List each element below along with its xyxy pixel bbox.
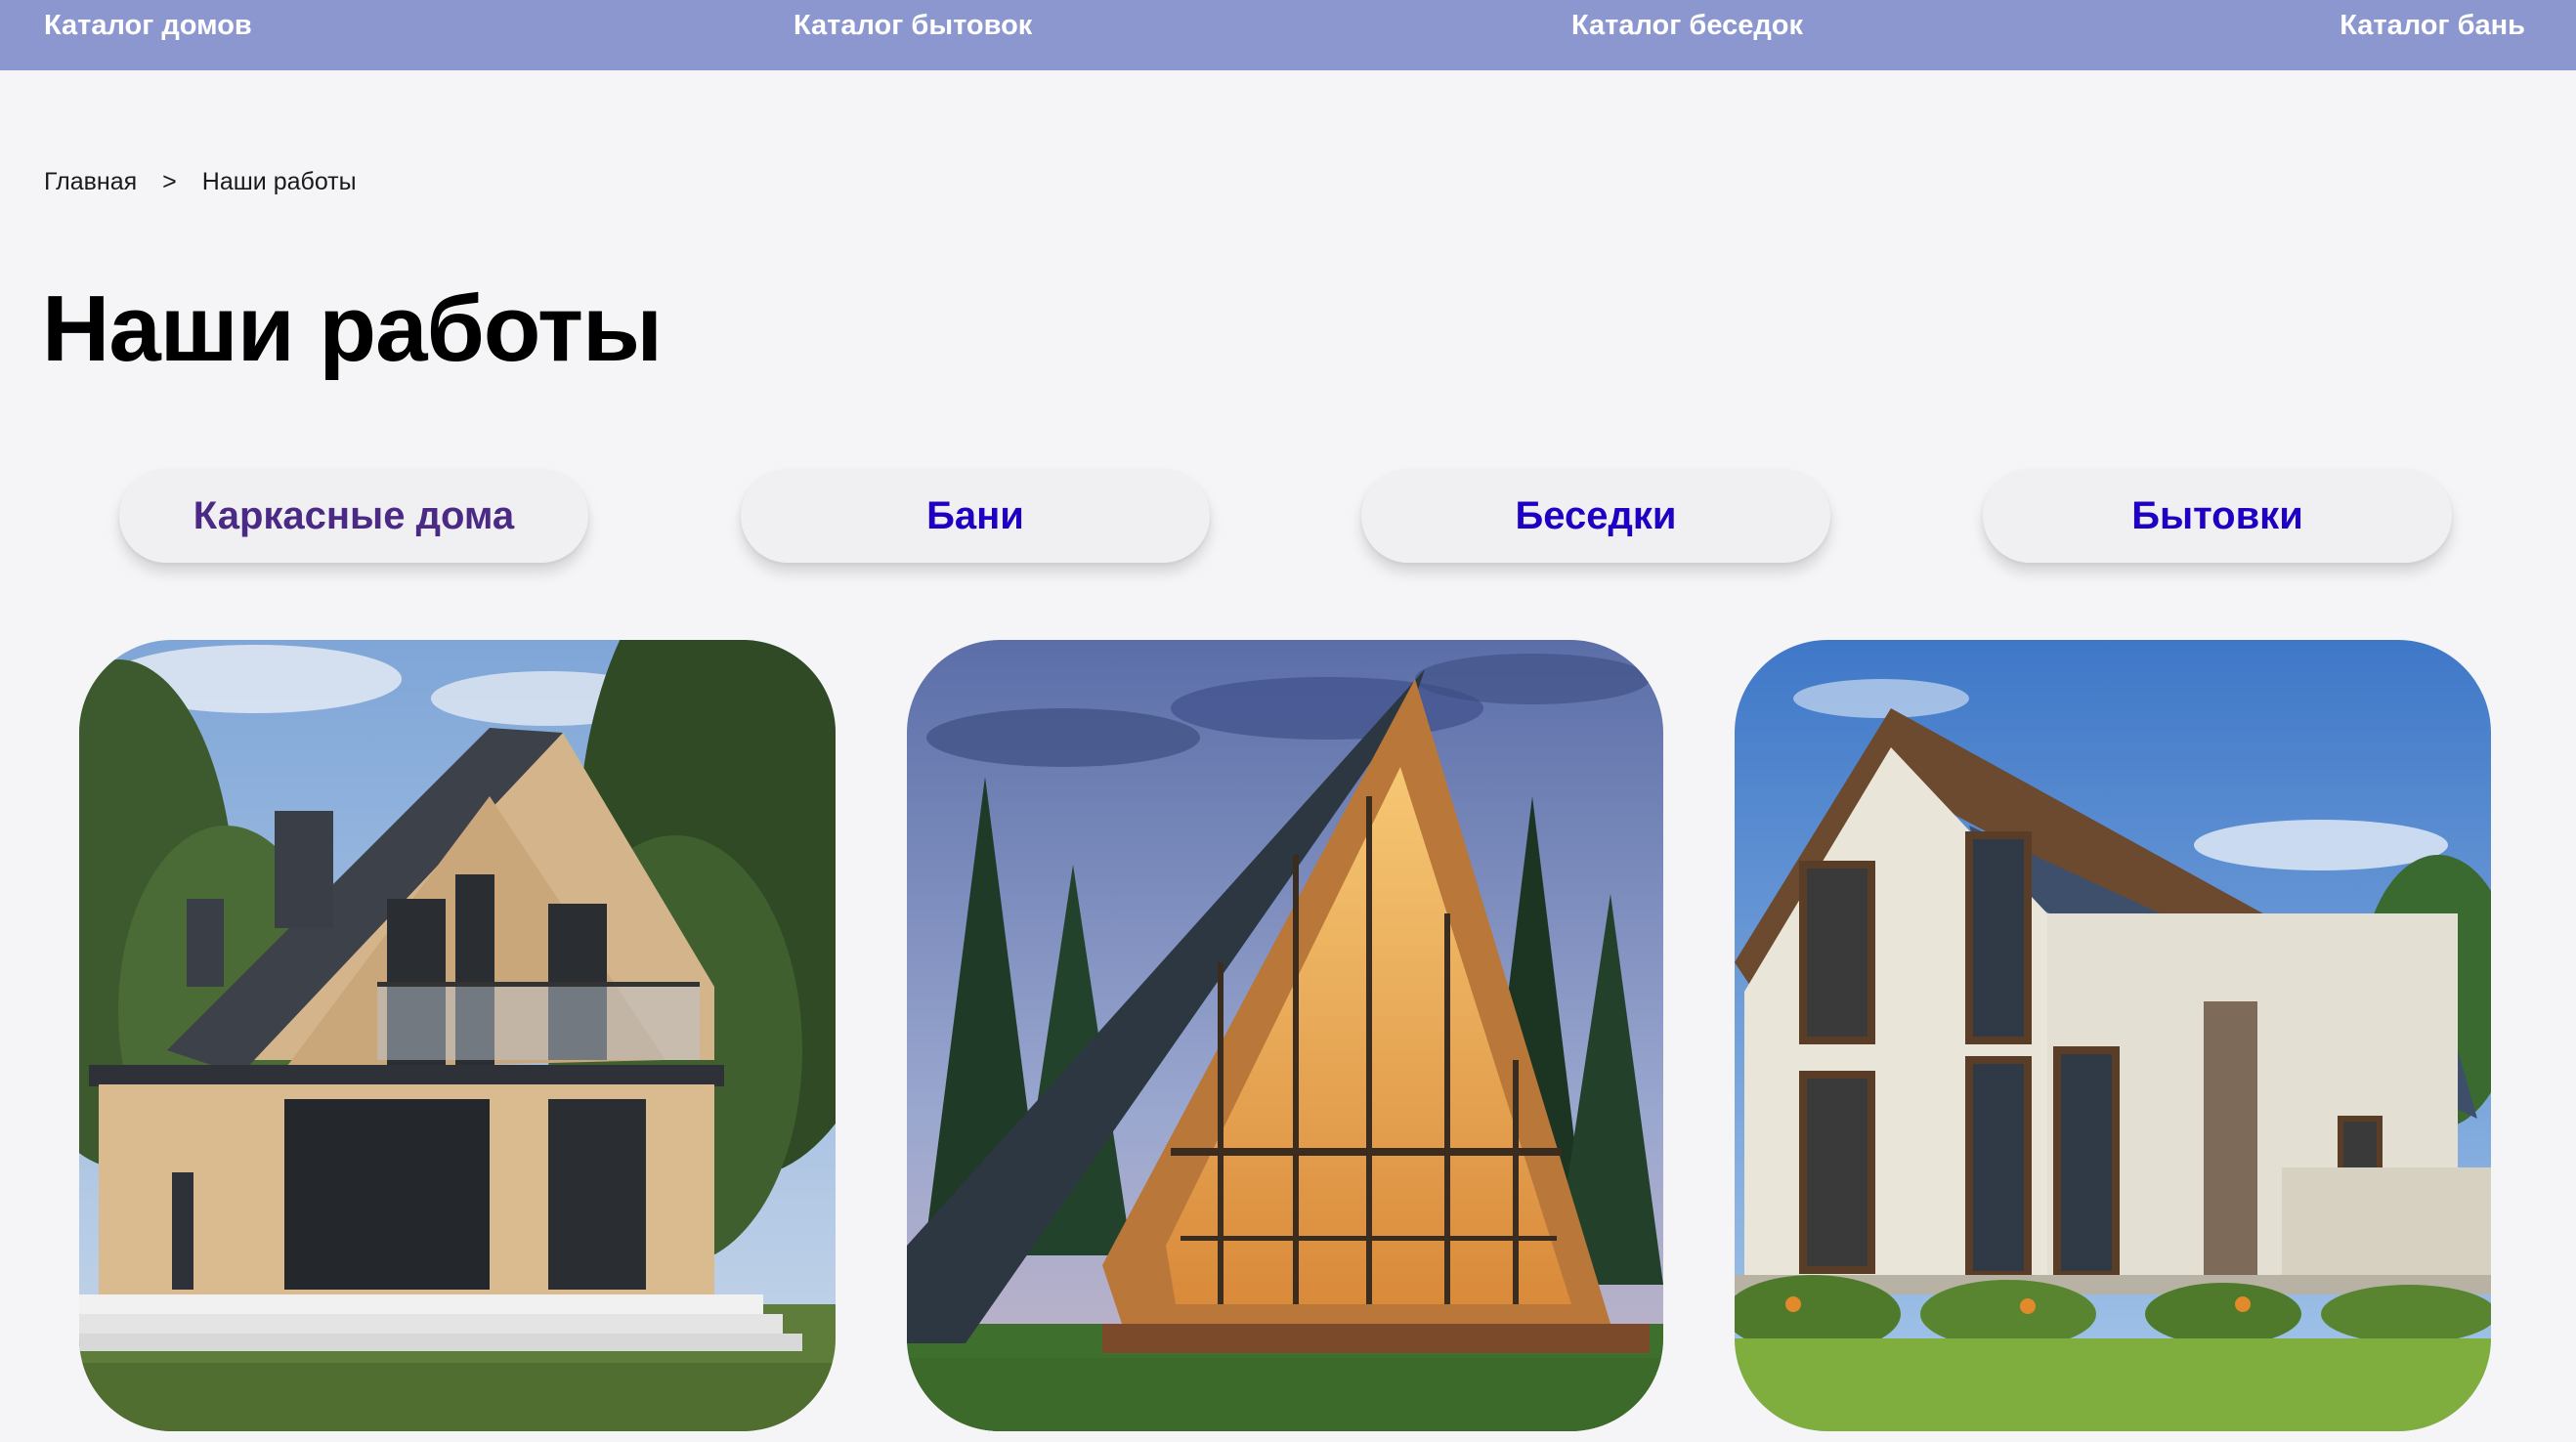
tab-saunas[interactable]: Бани [741, 469, 1210, 563]
breadcrumb-home-link[interactable]: Главная [44, 168, 137, 196]
breadcrumb-current: Наши работы [201, 168, 357, 195]
nav-item-saunas[interactable]: Каталог бань [2340, 8, 2525, 43]
top-nav: Каталог домов Каталог бытовок Каталог бе… [0, 0, 2576, 70]
nav-item-cabins[interactable]: Каталог бытовок [794, 8, 1032, 43]
tab-frame-houses[interactable]: Каркасные дома [119, 469, 588, 563]
nav-item-houses[interactable]: Каталог домов [44, 8, 252, 43]
page-title: Наши работы [42, 276, 663, 381]
gallery-card-frame-house[interactable] [79, 640, 836, 1431]
a-frame-house-photo [907, 640, 1663, 1431]
gallery-card-a-frame-house[interactable] [907, 640, 1663, 1431]
nav-item-gazebos[interactable]: Каталог беседок [1571, 8, 1803, 43]
gallery-card-stucco-house[interactable] [1735, 640, 2491, 1431]
breadcrumb-separator: > [162, 168, 177, 195]
frame-house-photo [79, 640, 836, 1431]
tab-cabins[interactable]: Бытовки [1983, 469, 2452, 563]
tab-gazebos[interactable]: Беседки [1361, 469, 1830, 563]
breadcrumb: Главная > Наши работы [44, 168, 357, 196]
stucco-house-photo [1735, 640, 2491, 1431]
